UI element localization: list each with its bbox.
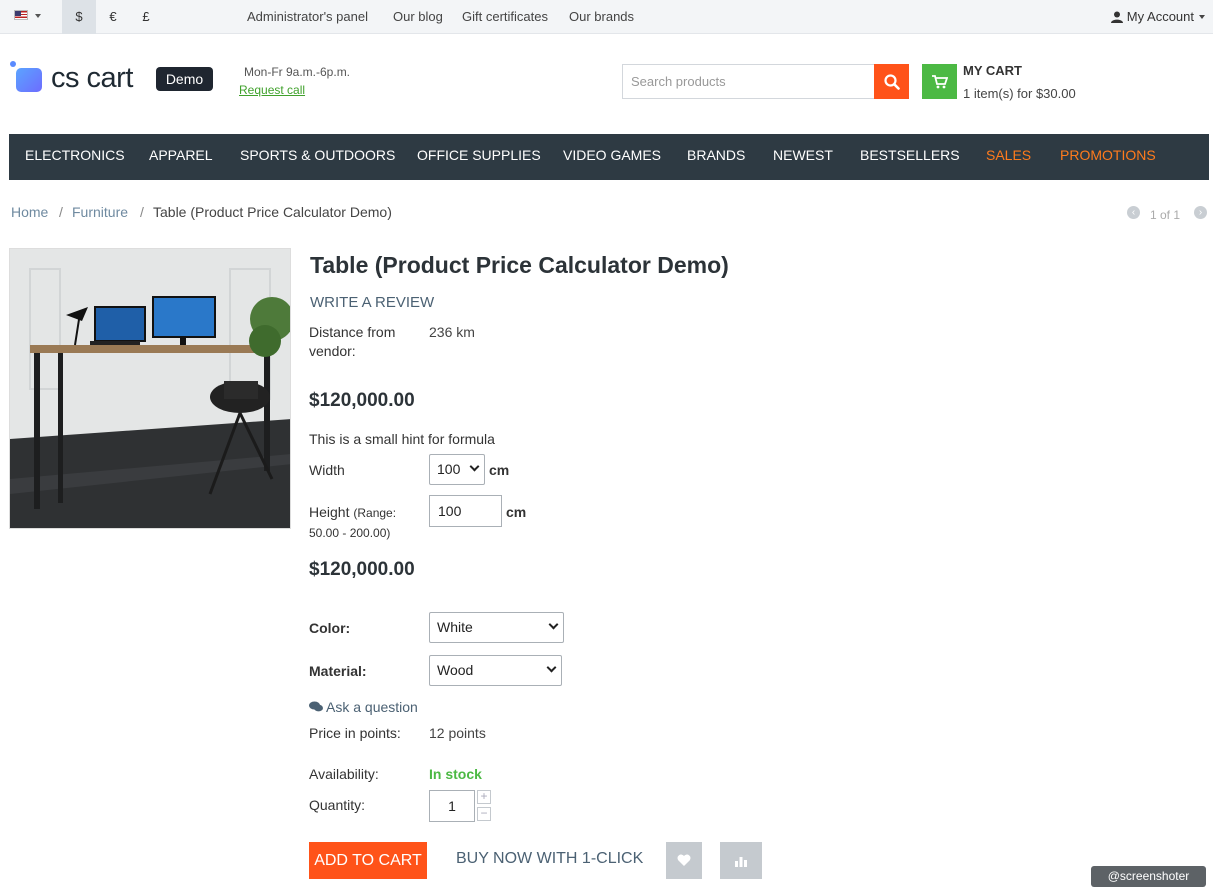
- cart-title[interactable]: MY CART: [963, 63, 1022, 78]
- user-icon: [1110, 11, 1123, 23]
- breadcrumb-home[interactable]: Home: [11, 204, 48, 220]
- nav-video-games[interactable]: Video Games: [563, 134, 661, 180]
- chevron-left-icon[interactable]: ‹: [1127, 206, 1140, 219]
- quantity-increase-button[interactable]: +: [477, 790, 491, 804]
- heart-icon: [677, 854, 691, 866]
- chevron-right-icon[interactable]: ›: [1194, 206, 1207, 219]
- product-image[interactable]: [9, 248, 291, 529]
- chat-bubbles-icon: [309, 701, 323, 712]
- search-input[interactable]: [622, 64, 874, 99]
- width-select-value: 100: [437, 461, 461, 477]
- nav-bestsellers[interactable]: Bestsellers: [860, 134, 960, 180]
- chevron-down-icon: [546, 662, 557, 673]
- demo-badge: Demo: [156, 67, 213, 91]
- color-select[interactable]: White: [429, 612, 564, 643]
- product-price: $120,000.00: [309, 390, 415, 411]
- color-select-value: White: [437, 619, 473, 635]
- search-icon: [883, 73, 900, 90]
- width-unit: cm: [489, 462, 510, 478]
- points-label: Price in points:: [309, 725, 401, 741]
- screenshoter-watermark: @screenshoter: [1091, 866, 1206, 887]
- material-select[interactable]: Wood: [429, 655, 562, 686]
- main-navigation: Electronics Apparel Sports & Outdoors Of…: [9, 134, 1209, 180]
- breadcrumb-separator: /: [140, 204, 144, 220]
- working-hours: Mon-Fr 9a.m.-6p.m.: [244, 65, 351, 79]
- width-select[interactable]: 100: [429, 454, 485, 485]
- add-to-compare-button[interactable]: [720, 842, 762, 879]
- height-label: Height: [309, 504, 350, 520]
- ask-question-link[interactable]: Ask a question: [309, 699, 418, 715]
- nav-electronics[interactable]: Electronics: [25, 134, 125, 180]
- language-caret-icon[interactable]: [35, 14, 41, 18]
- top-bar: $ € £ Administrator's panel Our blog Gif…: [0, 0, 1213, 34]
- color-label: Color:: [309, 620, 351, 636]
- height-unit: cm: [506, 504, 527, 520]
- breadcrumb-furniture[interactable]: Furniture: [72, 204, 128, 220]
- nav-brands[interactable]: Brands: [687, 134, 745, 180]
- our-brands-link[interactable]: Our brands: [569, 0, 634, 34]
- blog-link[interactable]: Our blog: [393, 0, 443, 34]
- material-label: Material:: [309, 663, 367, 679]
- height-input[interactable]: 100: [429, 495, 502, 527]
- product-title: Table (Product Price Calculator Demo): [310, 252, 729, 278]
- breadcrumb-current: Table (Product Price Calculator Demo): [153, 204, 392, 220]
- availability-label: Availability:: [309, 766, 379, 782]
- logo-icon[interactable]: [16, 68, 42, 92]
- nav-sales[interactable]: Sales: [986, 134, 1031, 180]
- nav-sports-outdoors[interactable]: Sports & Outdoors: [240, 134, 395, 180]
- add-to-wishlist-button[interactable]: [666, 842, 702, 879]
- currency-eur[interactable]: €: [96, 0, 130, 34]
- nav-apparel[interactable]: Apparel: [149, 134, 213, 180]
- nav-office-supplies[interactable]: Office Supplies: [417, 134, 541, 180]
- pager-text: 1 of 1: [1150, 208, 1181, 222]
- us-flag-icon[interactable]: [14, 10, 28, 20]
- admin-panel-link[interactable]: Administrator's panel: [247, 0, 368, 34]
- gift-certificates-link[interactable]: Gift certificates: [462, 0, 548, 34]
- ask-question-label: Ask a question: [326, 699, 418, 715]
- breadcrumb-separator: /: [59, 204, 63, 220]
- chevron-down-icon: [1199, 15, 1205, 19]
- logo-text[interactable]: cs cart: [51, 61, 133, 95]
- logo-dot: [10, 61, 16, 67]
- add-to-cart-button[interactable]: Add to cart: [309, 842, 427, 879]
- my-account-label: My Account: [1126, 9, 1194, 24]
- availability-status: In stock: [429, 766, 482, 782]
- quantity-input[interactable]: 1: [429, 790, 475, 822]
- nav-newest[interactable]: Newest: [773, 134, 833, 180]
- quantity-decrease-button[interactable]: −: [477, 807, 491, 821]
- search-button[interactable]: [874, 64, 909, 99]
- chevron-down-icon: [548, 619, 559, 630]
- write-review-link[interactable]: Write a review: [310, 294, 434, 311]
- bar-chart-icon: [735, 856, 747, 867]
- cart-summary[interactable]: 1 item(s) for $30.00: [963, 86, 1076, 101]
- my-account-menu[interactable]: My Account: [1110, 0, 1205, 34]
- width-label: Width: [309, 462, 345, 478]
- currency-gbp[interactable]: £: [129, 0, 163, 34]
- height-label-group: Height (Range: 50.00 - 200.00): [309, 503, 419, 543]
- cart-button[interactable]: [922, 64, 957, 99]
- nav-promotions[interactable]: Promotions: [1060, 134, 1156, 180]
- cart-icon: [931, 74, 948, 88]
- distance-label: Distance from vendor:: [309, 324, 396, 359]
- calculated-price: $120,000.00: [309, 559, 415, 580]
- points-value: 12 points: [429, 725, 486, 741]
- buy-now-one-click-button[interactable]: Buy now with 1-click: [456, 850, 643, 868]
- request-call-link[interactable]: Request call: [239, 83, 305, 97]
- formula-hint: This is a small hint for formula: [309, 431, 495, 447]
- distance-value: 236 km: [429, 324, 475, 340]
- material-select-value: Wood: [437, 662, 474, 678]
- currency-usd[interactable]: $: [62, 0, 96, 34]
- quantity-label: Quantity:: [309, 797, 366, 813]
- chevron-down-icon: [469, 461, 480, 472]
